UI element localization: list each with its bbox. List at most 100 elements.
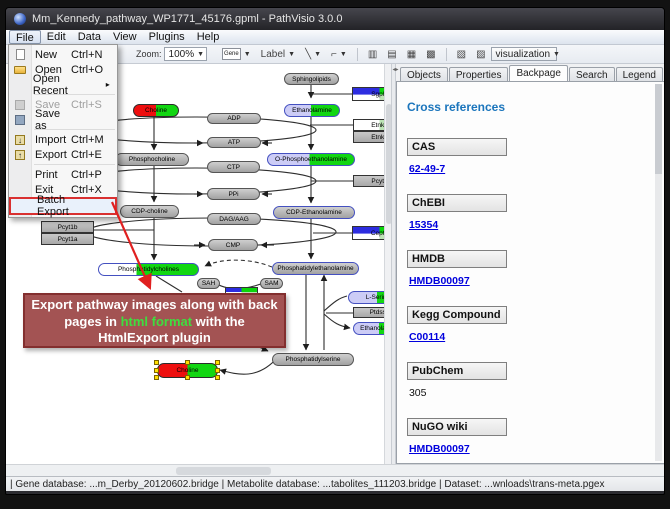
pathway-edge <box>156 276 182 292</box>
scrollbar-thumb[interactable] <box>176 467 271 475</box>
backpage-section-pubchem: PubChem305 <box>407 362 664 409</box>
new-document-icon <box>16 49 25 60</box>
chevron-down-icon: ▼ <box>244 51 251 58</box>
title-bar[interactable]: Mm_Kennedy_pathway_WP1771_45176.gpml - P… <box>6 8 664 30</box>
visualization-dropdown[interactable]: visualization ▼ <box>491 47 557 61</box>
gene-box-sgpl1[interactable]: Sgpl1 <box>352 87 384 101</box>
selection-handle[interactable] <box>215 375 220 380</box>
canvas-vertical-scrollbar[interactable] <box>384 64 391 464</box>
metabolite-node-ctp[interactable]: CTP <box>207 161 260 173</box>
menu-item-shortcut: Ctrl+S <box>71 99 113 111</box>
menu-plugins[interactable]: Plugins <box>143 30 191 44</box>
panel-vertical-scrollbar[interactable] <box>655 84 662 461</box>
stack-horizontal-button[interactable]: ▧ <box>453 47 470 62</box>
metabolite-node-ethanolamine[interactable]: Ethanolamine <box>353 322 384 335</box>
chevron-down-icon: ▼ <box>314 51 321 58</box>
menu-item-open-recent[interactable]: Open Recent▸ <box>9 77 117 92</box>
metabolite-node-cdp-ethanolamine[interactable]: CDP-Ethanolamine <box>273 206 355 219</box>
distribute-horizontal-button[interactable]: ▦ <box>403 47 420 62</box>
menu-file[interactable]: File <box>9 30 41 44</box>
align-middle-button[interactable]: ▤ <box>383 47 400 62</box>
selection-handle[interactable] <box>154 375 159 380</box>
selection-handle[interactable] <box>185 375 190 380</box>
scrollbar-thumb[interactable] <box>655 84 662 174</box>
section-value-hmdb[interactable]: HMDB00097 <box>409 275 470 287</box>
canvas-horizontal-scrollbar[interactable] <box>6 464 664 476</box>
gene-box-pcyt2[interactable]: Pcyt2 <box>353 175 384 187</box>
gene-box-etnk2[interactable]: Etnk2 <box>353 131 384 143</box>
visualization-value: visualization <box>496 49 550 60</box>
chevron-down-icon: ▼ <box>288 51 295 58</box>
metabolite-node-atp[interactable]: ATP <box>207 137 261 148</box>
menu-data[interactable]: Data <box>72 30 107 44</box>
gene-datanode-button[interactable]: Gene▼ <box>218 47 255 62</box>
menu-help[interactable]: Help <box>191 30 226 44</box>
line-tool-button[interactable]: ╲▼ <box>301 47 325 62</box>
gene-box-pcyt1a[interactable]: Pcyt1a <box>41 233 94 245</box>
selection-handle[interactable] <box>215 360 220 365</box>
zoom-label: Zoom: <box>136 49 162 59</box>
metabolite-node-phosphocholine[interactable]: Phosphocholine <box>115 153 189 166</box>
metabolite-node-phosphatidylethanolamine[interactable]: Phosphatidylethanolamine <box>272 262 359 275</box>
section-value-cas[interactable]: 62-49-7 <box>409 163 445 175</box>
selection-handle[interactable] <box>185 360 190 365</box>
section-header-hmdb: HMDB <box>407 250 507 268</box>
menu-item-label: Import <box>31 134 71 146</box>
menu-edit[interactable]: Edit <box>41 30 72 44</box>
menu-item-print[interactable]: PrintCtrl+P <box>9 167 117 182</box>
menu-item-export[interactable]: ↑ExportCtrl+E <box>9 147 117 162</box>
metabolite-node-ppi[interactable]: PPi <box>207 188 260 200</box>
section-value-kegg-compound[interactable]: C00114 <box>409 331 445 343</box>
metabolite-node-dag-aag[interactable]: DAG/AAG <box>207 213 261 225</box>
gene-box-etnk1[interactable]: Etnk1 <box>353 119 384 131</box>
label-tool-button[interactable]: Label▼ <box>257 47 299 62</box>
zoom-dropdown[interactable]: 100% ▼ <box>164 47 208 61</box>
metabolite-node-o-phosphoethanolamine[interactable]: O-Phosphoethanolamine <box>267 153 355 166</box>
metabolite-node-phosphatidylserine[interactable]: Phosphatidylserine <box>272 353 354 366</box>
distribute-vertical-button[interactable]: ▩ <box>422 47 439 62</box>
tab-objects[interactable]: Objects <box>400 67 448 81</box>
selection-handle[interactable] <box>215 368 220 373</box>
connector-tool-button[interactable]: ⌐▼ <box>327 47 351 62</box>
save-as-icon <box>9 115 31 125</box>
chevron-down-icon: ▼ <box>553 51 560 58</box>
section-value-nugo-wiki[interactable]: HMDB00097 <box>409 443 470 455</box>
metabolite-node-l-serine[interactable]: L-Serine <box>348 291 384 304</box>
menu-item-batch-export[interactable]: Batch Export <box>9 197 117 215</box>
section-value-chebi[interactable]: 15354 <box>409 219 438 231</box>
menu-item-import[interactable]: ↓ImportCtrl+M <box>9 132 117 147</box>
align-center-button[interactable]: ▥ <box>364 47 381 62</box>
menu-item-new[interactable]: NewCtrl+N <box>9 47 117 62</box>
new-document-icon <box>9 49 31 60</box>
tab-backpage[interactable]: Backpage <box>509 65 567 81</box>
callout-highlight-text: html format <box>121 314 193 329</box>
stack-vertical-button[interactable]: ▨ <box>472 47 489 62</box>
import-icon: ↓ <box>9 135 31 145</box>
metabolite-node-sphingolipids[interactable]: Sphingolipids <box>284 73 339 85</box>
zoom-value: 100% <box>169 49 195 60</box>
menu-view[interactable]: View <box>107 30 143 44</box>
selection-handle[interactable] <box>154 368 159 373</box>
window-title: Mm_Kennedy_pathway_WP1771_45176.gpml - P… <box>32 13 342 25</box>
metabolite-node-sam[interactable]: SAM <box>260 278 283 289</box>
gene-box-cept1[interactable]: Cept1 <box>352 226 384 240</box>
metabolite-node-cmp[interactable]: CMP <box>208 239 258 251</box>
gene-box-ptdss2[interactable]: Ptdss2 <box>353 307 384 318</box>
tab-properties[interactable]: Properties <box>449 67 509 81</box>
label-tool-icon: Label <box>261 49 285 60</box>
metabolite-node-cdp-choline[interactable]: CDP-choline <box>120 205 179 218</box>
chevron-down-icon: ▼ <box>340 51 347 58</box>
metabolite-node-adp[interactable]: ADP <box>207 113 261 124</box>
metabolite-node-choline[interactable]: Choline <box>133 104 179 117</box>
menu-item-shortcut: Ctrl+M <box>71 134 113 146</box>
tab-legend[interactable]: Legend <box>616 67 663 81</box>
menu-item-save-as[interactable]: Save as <box>9 112 117 127</box>
gene-box-pcyt1b[interactable]: Pcyt1b <box>41 221 94 233</box>
gene-datanode-icon: Gene <box>222 48 241 60</box>
section-header-nugo-wiki: NuGO wiki <box>407 418 507 436</box>
metabolite-node-phosphatidylcholines[interactable]: Phosphatidylcholines <box>98 263 199 276</box>
metabolite-node-sah[interactable]: SAH <box>197 278 220 289</box>
selection-handle[interactable] <box>154 360 159 365</box>
tab-search[interactable]: Search <box>569 67 615 81</box>
metabolite-node-ethanolamine[interactable]: Ethanolamine <box>284 104 340 117</box>
